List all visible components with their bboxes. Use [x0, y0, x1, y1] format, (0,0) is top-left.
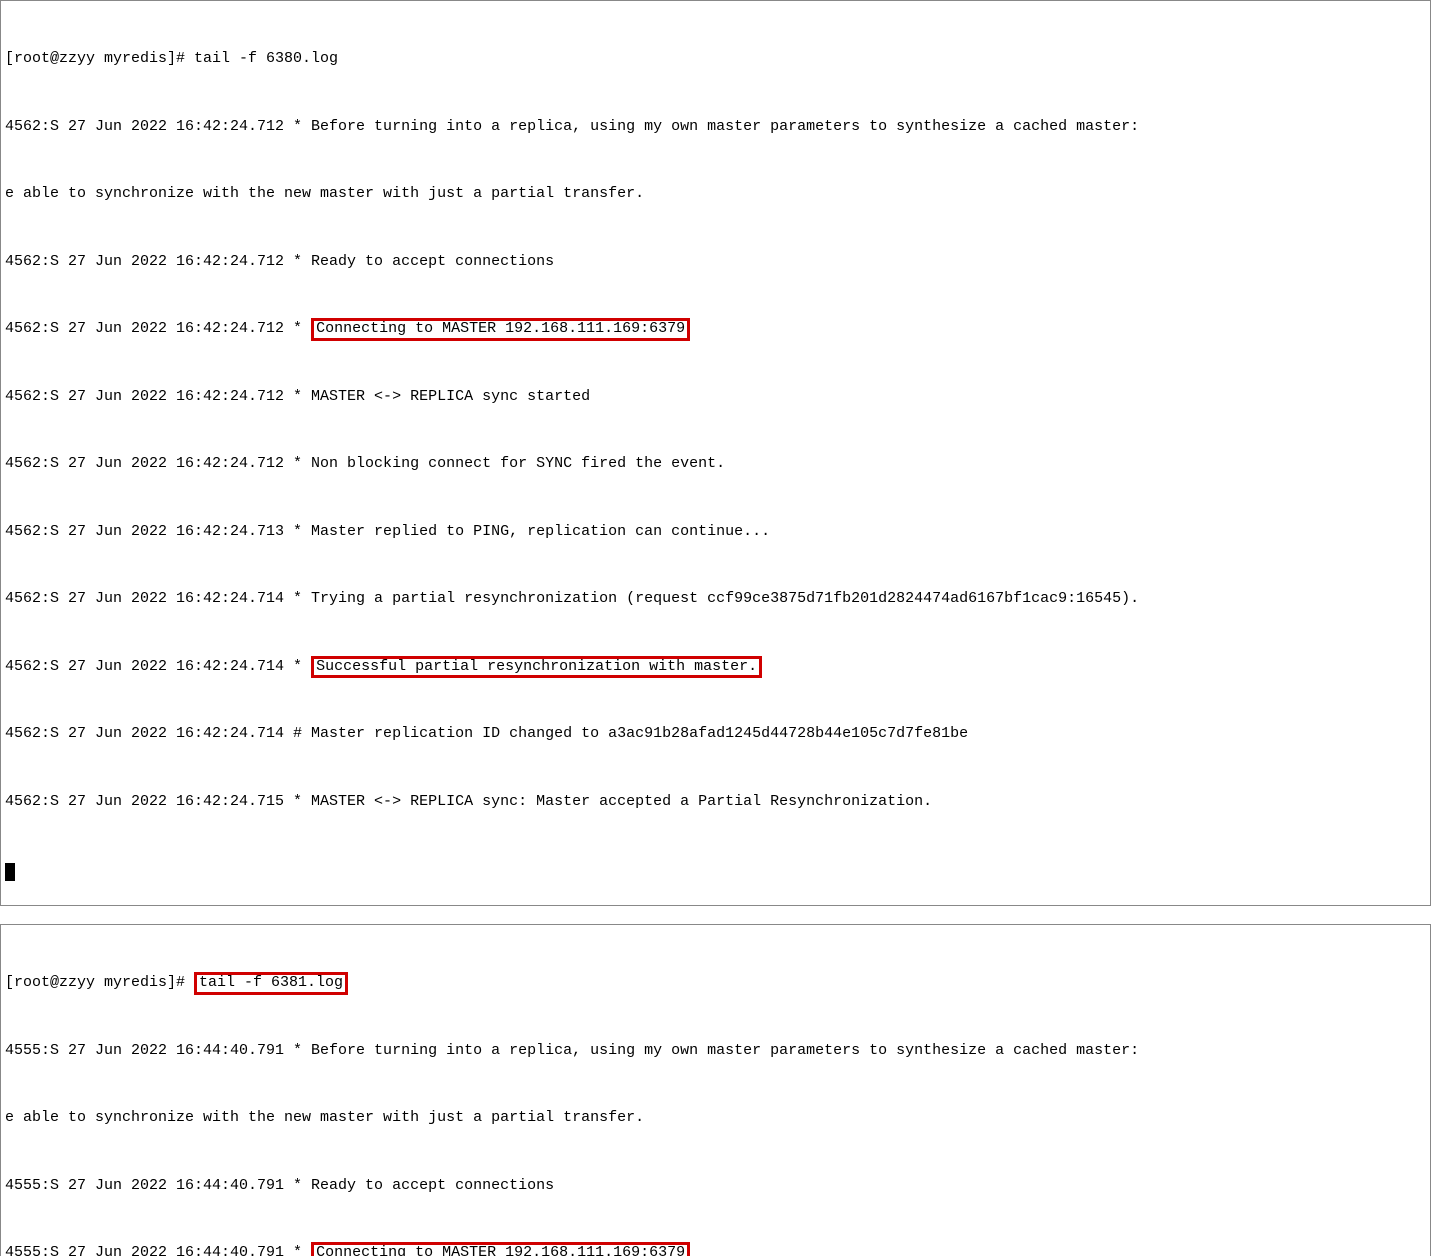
- prompt-line: [root@zzyy myredis]# tail -f 6380.log: [5, 48, 1426, 71]
- log-line: e able to synchronize with the new maste…: [5, 183, 1426, 206]
- terminal-pane-bottom[interactable]: [root@zzyy myredis]# tail -f 6381.log 45…: [0, 924, 1431, 1256]
- log-line: 4562:S 27 Jun 2022 16:42:24.714 * Trying…: [5, 588, 1426, 611]
- log-prefix: 4555:S 27 Jun 2022 16:44:40.791 *: [5, 1244, 311, 1256]
- log-line: 4555:S 27 Jun 2022 16:44:40.791 * Before…: [5, 1040, 1426, 1063]
- log-line: 4562:S 27 Jun 2022 16:42:24.712 * Connec…: [5, 318, 1426, 341]
- shell-command: tail -f 6380.log: [194, 50, 338, 67]
- log-line: e able to synchronize with the new maste…: [5, 1107, 1426, 1130]
- log-line: 4562:S 27 Jun 2022 16:42:24.712 * MASTER…: [5, 386, 1426, 409]
- log-line: 4562:S 27 Jun 2022 16:42:24.714 * Succes…: [5, 656, 1426, 679]
- prompt-line: [root@zzyy myredis]# tail -f 6381.log: [5, 972, 1426, 995]
- highlight-connecting-master: Connecting to MASTER 192.168.111.169:637…: [311, 318, 690, 341]
- log-line: 4562:S 27 Jun 2022 16:42:24.712 * Non bl…: [5, 453, 1426, 476]
- log-line: 4562:S 27 Jun 2022 16:42:24.713 * Master…: [5, 521, 1426, 544]
- log-prefix: 4562:S 27 Jun 2022 16:42:24.714 *: [5, 658, 311, 675]
- terminal-pane-top[interactable]: [root@zzyy myredis]# tail -f 6380.log 45…: [0, 0, 1431, 906]
- pane-divider: [0, 906, 1431, 924]
- log-line: 4562:S 27 Jun 2022 16:42:24.715 * MASTER…: [5, 791, 1426, 814]
- log-prefix: 4562:S 27 Jun 2022 16:42:24.712 *: [5, 320, 311, 337]
- highlight-connecting-master: Connecting to MASTER 192.168.111.169:637…: [311, 1242, 690, 1256]
- shell-prompt: [root@zzyy myredis]#: [5, 50, 194, 67]
- cursor-icon: [5, 863, 15, 881]
- shell-prompt: [root@zzyy myredis]#: [5, 974, 194, 991]
- log-line: 4562:S 27 Jun 2022 16:42:24.712 * Before…: [5, 116, 1426, 139]
- log-line: 4562:S 27 Jun 2022 16:42:24.714 # Master…: [5, 723, 1426, 746]
- cursor-line: [5, 858, 1426, 881]
- highlight-successful-resync: Successful partial resynchronization wit…: [311, 656, 762, 679]
- log-line: 4555:S 27 Jun 2022 16:44:40.791 * Ready …: [5, 1175, 1426, 1198]
- log-line: 4562:S 27 Jun 2022 16:42:24.712 * Ready …: [5, 251, 1426, 274]
- log-line: 4555:S 27 Jun 2022 16:44:40.791 * Connec…: [5, 1242, 1426, 1256]
- highlight-command: tail -f 6381.log: [194, 972, 348, 995]
